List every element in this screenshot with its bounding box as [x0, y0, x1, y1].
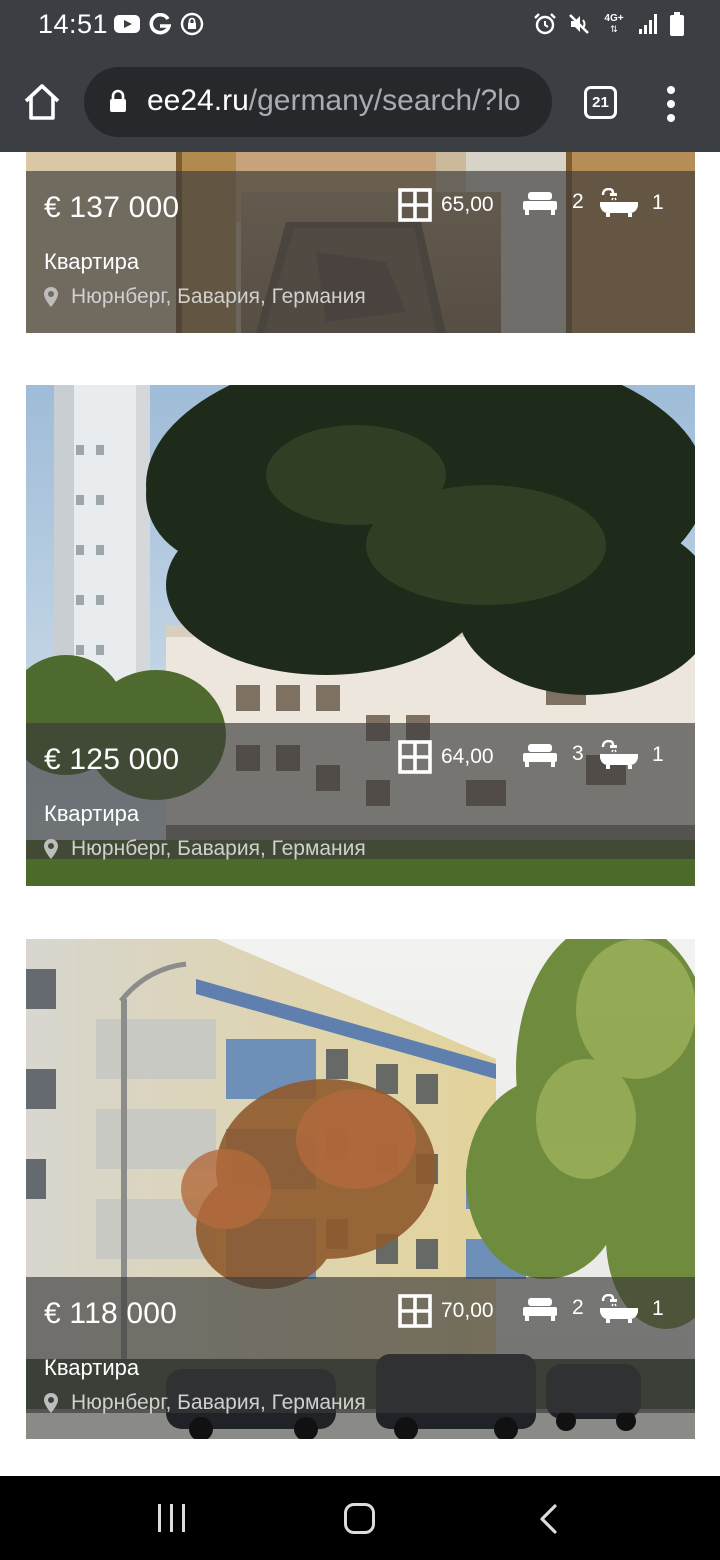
- tab-switcher-icon[interactable]: 21: [584, 86, 617, 119]
- status-bar: 14:51 4G+ ⇅: [0, 0, 720, 52]
- bath-icon: [600, 188, 638, 218]
- recent-apps-icon[interactable]: [158, 1504, 188, 1532]
- area-value: 64,00: [441, 745, 494, 768]
- listing-price: € 137 000: [44, 191, 180, 224]
- listing-overlay: € 137 000 65,00 2 1 Квартира Нюрнберг, Б…: [26, 171, 695, 333]
- mute-icon: [569, 14, 589, 34]
- area-icon: [398, 740, 432, 774]
- listing-overlay: € 118 000 70,00 2 1 Квартира Нюрнберг, Б…: [26, 1277, 695, 1415]
- bedrooms-value: 2: [572, 190, 584, 213]
- location-text: Нюрнберг, Бавария, Германия: [71, 837, 366, 860]
- url-path: /germany/search/?lo: [248, 84, 521, 117]
- bath-icon: [600, 740, 638, 770]
- listing-card-1[interactable]: € 137 000 65,00 2 1 Квартира Нюрнберг, Б…: [26, 152, 695, 333]
- bath-icon: [600, 1294, 638, 1324]
- listing-location: Нюрнберг, Бавария, Германия: [44, 837, 366, 861]
- listing-card-2[interactable]: € 125 000 64,00 3 1 Квартира Нюрнберг, Б…: [26, 385, 695, 886]
- home-icon[interactable]: [22, 82, 62, 122]
- status-right-icons: 4G+ ⇅: [534, 12, 684, 36]
- lock-icon: [110, 89, 126, 112]
- bed-icon: [522, 188, 558, 216]
- google-icon: [149, 13, 171, 35]
- area-icon: [398, 188, 432, 222]
- bedrooms-feature: 2: [522, 188, 584, 216]
- listing-location: Нюрнберг, Бавария, Германия: [44, 1391, 366, 1415]
- listing-card-3[interactable]: € 118 000 70,00 2 1 Квартира Нюрнберг, Б…: [26, 939, 695, 1439]
- area-feature: 70,00: [398, 1294, 494, 1328]
- browser-toolbar: ee24.ru/germany/search/?lo 21: [0, 52, 720, 152]
- bedrooms-feature: 2: [522, 1294, 584, 1322]
- area-feature: 65,00: [398, 188, 494, 222]
- network-icon: 4G+ ⇅: [602, 13, 626, 35]
- listing-overlay: € 125 000 64,00 3 1 Квартира Нюрнберг, Б…: [26, 723, 695, 861]
- property-type: Квартира: [44, 801, 140, 826]
- location-pin-icon: [44, 839, 58, 859]
- property-type: Квартира: [44, 249, 140, 274]
- area-value: 65,00: [441, 193, 494, 216]
- back-icon[interactable]: [536, 1503, 560, 1535]
- system-nav-bar: [0, 1476, 720, 1560]
- listing-location: Нюрнберг, Бавария, Германия: [44, 285, 366, 309]
- battery-icon: [670, 12, 684, 36]
- bed-icon: [522, 1294, 558, 1322]
- bathrooms-value: 1: [652, 743, 664, 766]
- signal-icon: [639, 14, 657, 34]
- bathrooms-value: 1: [652, 1297, 664, 1320]
- url-text: ee24.ru/germany/search/?lo: [147, 84, 521, 118]
- area-icon: [398, 1294, 432, 1328]
- alarm-icon: [534, 13, 556, 35]
- search-results: € 137 000 65,00 2 1 Квартира Нюрнберг, Б…: [0, 152, 720, 1476]
- location-pin-icon: [44, 1393, 58, 1413]
- status-left-icons: [114, 12, 204, 36]
- bathrooms-feature: 1: [600, 188, 664, 218]
- home-button-icon[interactable]: [344, 1503, 375, 1534]
- network-label: 4G+: [604, 13, 624, 24]
- bathrooms-feature: 1: [600, 740, 664, 770]
- address-bar[interactable]: ee24.ru/germany/search/?lo: [84, 67, 552, 137]
- bathrooms-value: 1: [652, 191, 664, 214]
- listing-price: € 118 000: [44, 1297, 178, 1330]
- location-pin-icon: [44, 287, 58, 307]
- more-menu-icon[interactable]: [662, 86, 680, 122]
- bedrooms-feature: 3: [522, 740, 584, 768]
- status-time: 14:51: [38, 9, 109, 39]
- location-text: Нюрнберг, Бавария, Германия: [71, 285, 366, 308]
- youtube-icon: [114, 15, 140, 33]
- url-host: ee24.ru: [147, 84, 249, 117]
- bedrooms-value: 2: [572, 1296, 584, 1319]
- area-value: 70,00: [441, 1299, 494, 1322]
- bathrooms-feature: 1: [600, 1294, 664, 1324]
- property-type: Квартира: [44, 1355, 140, 1380]
- vpn-lock-icon: [180, 12, 204, 36]
- location-text: Нюрнберг, Бавария, Германия: [71, 1391, 366, 1414]
- bedrooms-value: 3: [572, 742, 584, 765]
- area-feature: 64,00: [398, 740, 494, 774]
- bed-icon: [522, 740, 558, 768]
- listing-price: € 125 000: [44, 743, 180, 776]
